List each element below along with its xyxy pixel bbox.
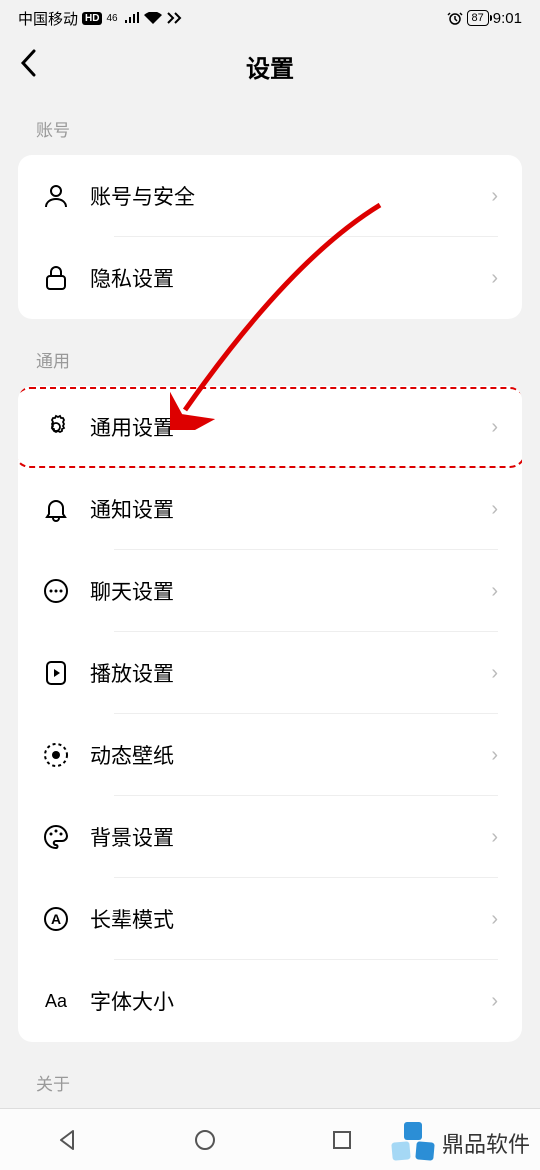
alarm-icon <box>447 10 463 26</box>
nav-back[interactable] <box>53 1125 83 1155</box>
item-label: 通用设置 <box>90 412 491 442</box>
chevron-left-icon <box>20 49 36 77</box>
battery-indicator: 87 <box>467 10 489 26</box>
gear-icon <box>42 413 70 441</box>
item-label: 动态壁纸 <box>90 740 491 770</box>
item-notification[interactable]: 通知设置 › <box>18 468 522 550</box>
svg-text:A: A <box>51 911 61 927</box>
chevron-right-icon: › <box>491 662 498 685</box>
wifi-icon <box>144 12 162 24</box>
item-background[interactable]: 背景设置 › <box>18 796 522 878</box>
item-elder-mode[interactable]: A 长辈模式 › <box>18 878 522 960</box>
item-label: 隐私设置 <box>90 263 491 293</box>
chevron-right-icon: › <box>491 416 498 439</box>
chevron-right-icon: › <box>491 744 498 767</box>
section-label-account: 账号 <box>0 96 540 155</box>
status-left: 中国移动 HD 46 <box>18 8 182 29</box>
item-label: 长辈模式 <box>90 904 491 934</box>
wallpaper-icon <box>42 741 70 769</box>
user-icon <box>42 182 70 210</box>
bell-icon <box>42 495 70 523</box>
chevron-right-icon: › <box>491 580 498 603</box>
item-playback[interactable]: 播放设置 › <box>18 632 522 714</box>
lock-icon <box>42 264 70 292</box>
item-chat[interactable]: 聊天设置 › <box>18 550 522 632</box>
item-label: 通知设置 <box>90 494 491 524</box>
chevron-right-icon: › <box>491 185 498 208</box>
item-font-size[interactable]: Aa 字体大小 › <box>18 960 522 1042</box>
item-account-security[interactable]: 账号与安全 › <box>18 155 522 237</box>
back-button[interactable] <box>20 49 36 84</box>
hd-badge: HD <box>82 12 102 25</box>
watermark-text: 鼎品软件 <box>442 1127 530 1159</box>
chevron-right-icon: › <box>491 990 498 1013</box>
nav-home[interactable] <box>190 1125 220 1155</box>
section-label-about: 关于 <box>0 1042 540 1109</box>
carrier-label: 中国移动 <box>18 8 78 29</box>
section-label-general: 通用 <box>0 319 540 386</box>
play-icon <box>42 659 70 687</box>
signal-text: 46 <box>106 13 117 24</box>
item-label: 账号与安全 <box>90 181 491 211</box>
watermark: 鼎品软件 <box>390 1120 530 1166</box>
item-wallpaper[interactable]: 动态壁纸 › <box>18 714 522 796</box>
watermark-logo-icon <box>390 1120 436 1166</box>
item-label: 字体大小 <box>90 986 491 1016</box>
chevron-right-icon: › <box>491 267 498 290</box>
card-account: 账号与安全 › 隐私设置 › <box>18 155 522 319</box>
chevron-right-icon: › <box>491 498 498 521</box>
item-label: 聊天设置 <box>90 576 491 606</box>
chat-icon <box>42 577 70 605</box>
font-size-icon: Aa <box>42 987 70 1015</box>
status-right: 87 9:01 <box>447 10 522 27</box>
a-circle-icon: A <box>42 905 70 933</box>
item-label: 背景设置 <box>90 822 491 852</box>
signal-icon <box>124 12 140 24</box>
nav-recent[interactable] <box>327 1125 357 1155</box>
item-label: 播放设置 <box>90 658 491 688</box>
extra-icon <box>166 11 182 25</box>
page-header: 设置 <box>0 36 540 96</box>
chevron-right-icon: › <box>491 908 498 931</box>
card-general: 通用设置 › 通知设置 › 聊天设置 › 播放设置 › 动态壁纸 › 背景设置 … <box>18 386 522 1042</box>
palette-icon <box>42 823 70 851</box>
clock-text: 9:01 <box>493 10 522 27</box>
item-general-settings[interactable]: 通用设置 › <box>18 386 522 468</box>
page-title: 设置 <box>246 49 294 84</box>
item-privacy[interactable]: 隐私设置 › <box>18 237 522 319</box>
status-bar: 中国移动 HD 46 87 9:01 <box>0 0 540 36</box>
chevron-right-icon: › <box>491 826 498 849</box>
